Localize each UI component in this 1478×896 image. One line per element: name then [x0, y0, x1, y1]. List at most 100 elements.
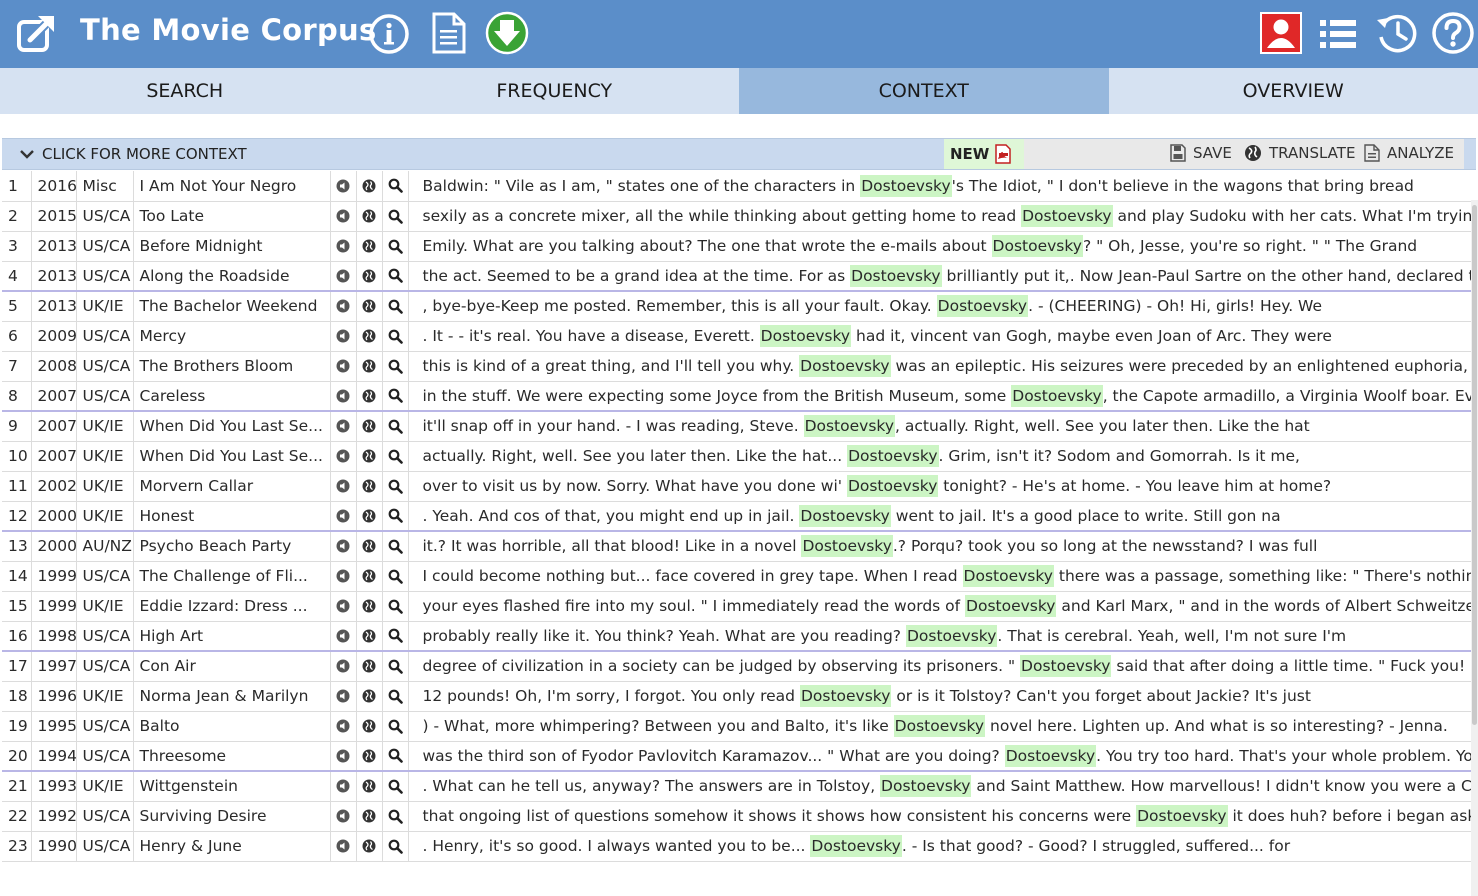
- row-title[interactable]: Too Late: [133, 201, 331, 232]
- magnifier-icon[interactable]: [385, 686, 405, 706]
- translate-button[interactable]: TRANSLATE: [1244, 144, 1355, 162]
- magnifier-icon[interactable]: [385, 356, 405, 376]
- tab-overview[interactable]: OVERVIEW: [1108, 68, 1478, 114]
- magnifier-icon[interactable]: [385, 716, 405, 736]
- globe-icon[interactable]: [359, 806, 379, 826]
- context-text[interactable]: . Yeah. And cos of that, you might end u…: [408, 501, 1472, 532]
- table-row[interactable]: 12 2000 UK/IE Honest . Yeah. And cos of that…: [2, 501, 1472, 532]
- row-title[interactable]: Mercy: [133, 321, 331, 352]
- speaker-icon[interactable]: [333, 356, 353, 376]
- keyword-highlight[interactable]: Dostoevsky: [893, 715, 986, 737]
- context-text[interactable]: your eyes flashed fire into my soul. " I…: [408, 591, 1472, 622]
- globe-icon[interactable]: [359, 356, 379, 376]
- keyword-highlight[interactable]: Dostoevsky: [759, 325, 852, 347]
- context-text[interactable]: . Henry, it's so good. I always wanted y…: [408, 831, 1472, 862]
- row-title[interactable]: Before Midnight: [133, 231, 331, 262]
- context-text[interactable]: was the third son of Fyodor Pavlovitch K…: [408, 741, 1472, 772]
- context-text[interactable]: that ongoing list of questions somehow i…: [408, 801, 1472, 832]
- speaker-icon[interactable]: [333, 596, 353, 616]
- speaker-icon[interactable]: [333, 806, 353, 826]
- tab-frequency[interactable]: FREQUENCY: [369, 68, 739, 114]
- magnifier-icon[interactable]: [385, 656, 405, 676]
- speaker-icon[interactable]: [333, 176, 353, 196]
- magnifier-icon[interactable]: [385, 296, 405, 316]
- keyword-highlight[interactable]: Dostoevsky: [846, 475, 939, 497]
- row-title[interactable]: The Challenge of Fli...: [133, 561, 331, 592]
- speaker-icon[interactable]: [333, 266, 353, 286]
- keyword-highlight[interactable]: Dostoevsky: [1136, 805, 1228, 827]
- user-icon[interactable]: [1260, 12, 1302, 54]
- globe-icon[interactable]: [359, 746, 379, 766]
- table-row[interactable]: 10 2007 UK/IE When Did You Last Se... actual…: [2, 441, 1472, 472]
- table-row[interactable]: 7 2008 US/CA The Brothers Bloom this is kind…: [2, 351, 1472, 382]
- row-title[interactable]: I Am Not Your Negro: [133, 171, 331, 202]
- magnifier-icon[interactable]: [385, 446, 405, 466]
- magnifier-icon[interactable]: [385, 206, 405, 226]
- context-text[interactable]: I could become nothing but... face cover…: [408, 561, 1472, 592]
- context-text[interactable]: the act. Seemed to be a grand idea at th…: [408, 261, 1472, 292]
- context-text[interactable]: sexily as a concrete mixer, all the whil…: [408, 201, 1472, 232]
- magnifier-icon[interactable]: [385, 776, 405, 796]
- keyword-highlight[interactable]: Dostoevsky: [850, 264, 942, 287]
- table-row[interactable]: 4 2013 US/CA Along the Roadside the act. See…: [2, 261, 1472, 292]
- speaker-icon[interactable]: [333, 416, 353, 436]
- speaker-icon[interactable]: [333, 446, 353, 466]
- table-row[interactable]: 21 1993 UK/IE Wittgenstein . What can he tel…: [2, 771, 1472, 802]
- table-row[interactable]: 2 2015 US/CA Too Late sexily as a concrete m…: [2, 201, 1472, 232]
- globe-icon[interactable]: [359, 206, 379, 226]
- row-title[interactable]: Wittgenstein: [133, 771, 331, 802]
- keyword-highlight[interactable]: Dostoevsky: [991, 235, 1083, 257]
- magnifier-icon[interactable]: [385, 476, 405, 496]
- row-title[interactable]: Eddie Izzard: Dress ...: [133, 591, 331, 622]
- row-title[interactable]: Balto: [133, 711, 331, 742]
- speaker-icon[interactable]: [333, 566, 353, 586]
- keyword-highlight[interactable]: Dostoevsky: [799, 504, 891, 527]
- keyword-highlight[interactable]: Dostoevsky: [860, 174, 952, 197]
- globe-icon[interactable]: [359, 476, 379, 496]
- globe-icon[interactable]: [359, 566, 379, 586]
- table-row[interactable]: 11 2002 UK/IE Morvern Callar over to visit u…: [2, 471, 1472, 502]
- table-row[interactable]: 22 1992 US/CA Surviving Desire that ongoing …: [2, 801, 1472, 832]
- speaker-icon[interactable]: [333, 326, 353, 346]
- table-row[interactable]: 17 1997 US/CA Con Air degree of civilization…: [2, 651, 1472, 682]
- globe-icon[interactable]: [359, 326, 379, 346]
- context-text[interactable]: . It - - it's real. You have a disease, …: [408, 321, 1472, 352]
- speaker-icon[interactable]: [333, 626, 353, 646]
- table-row[interactable]: 5 2013 UK/IE The Bachelor Weekend , bye-bye-…: [2, 291, 1472, 322]
- speaker-icon[interactable]: [333, 476, 353, 496]
- speaker-icon[interactable]: [333, 686, 353, 706]
- context-text[interactable]: it.? It was horrible, all that blood! Li…: [408, 531, 1472, 562]
- table-row[interactable]: 23 1990 US/CA Henry & June . Henry, it's so …: [2, 831, 1472, 862]
- globe-icon[interactable]: [359, 296, 379, 316]
- context-text[interactable]: . What can he tell us, anyway? The answe…: [408, 771, 1472, 802]
- keyword-highlight[interactable]: Dostoevsky: [1020, 655, 1112, 678]
- speaker-icon[interactable]: [333, 536, 353, 556]
- row-title[interactable]: Norma Jean & Marilyn: [133, 681, 331, 712]
- row-title[interactable]: Honest: [133, 501, 331, 532]
- context-text[interactable]: actually. Right, well. See you later the…: [408, 441, 1472, 472]
- globe-icon[interactable]: [359, 686, 379, 706]
- keyword-highlight[interactable]: Dostoevsky: [801, 535, 893, 558]
- context-text[interactable]: over to visit us by now. Sorry. What hav…: [408, 471, 1472, 502]
- keyword-highlight[interactable]: Dostoevsky: [965, 595, 1057, 617]
- magnifier-icon[interactable]: [385, 746, 405, 766]
- magnifier-icon[interactable]: [385, 596, 405, 616]
- table-row[interactable]: 20 1994 US/CA Threesome was the third son of…: [2, 741, 1472, 772]
- table-row[interactable]: 16 1998 US/CA High Art probably really like …: [2, 621, 1472, 652]
- history-icon[interactable]: [1374, 10, 1420, 56]
- tab-search[interactable]: SEARCH: [0, 68, 370, 114]
- row-title[interactable]: Henry & June: [133, 831, 331, 862]
- speaker-icon[interactable]: [333, 836, 353, 856]
- row-title[interactable]: Surviving Desire: [133, 801, 331, 832]
- magnifier-icon[interactable]: [385, 266, 405, 286]
- magnifier-icon[interactable]: [385, 506, 405, 526]
- speaker-icon[interactable]: [333, 506, 353, 526]
- table-row[interactable]: 14 1999 US/CA The Challenge of Fli... I coul…: [2, 561, 1472, 592]
- keyword-highlight[interactable]: Dostoevsky: [799, 685, 892, 707]
- speaker-icon[interactable]: [333, 386, 353, 406]
- list-icon[interactable]: [1316, 14, 1360, 54]
- row-title[interactable]: Psycho Beach Party: [133, 531, 331, 562]
- tab-context[interactable]: CONTEXT: [739, 68, 1109, 114]
- context-text[interactable]: it'll snap off in your hand. - I was rea…: [408, 411, 1472, 442]
- keyword-highlight[interactable]: Dostoevsky: [1004, 744, 1097, 767]
